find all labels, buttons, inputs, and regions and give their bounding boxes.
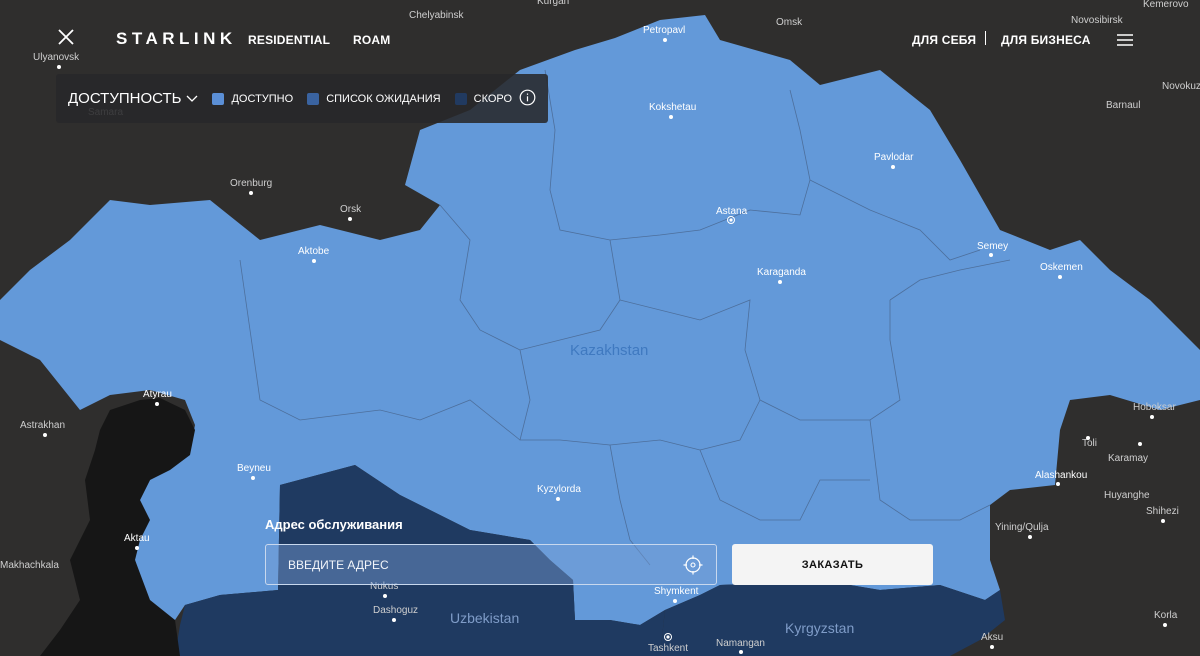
city-astrakhan: Astrakhan bbox=[20, 420, 65, 431]
legend-label-waitlist: СПИСОК ОЖИДАНИЯ bbox=[326, 92, 441, 105]
service-address-label: Адрес обслуживания bbox=[265, 517, 403, 532]
legend-title-label: ДОСТУПНОСТЬ bbox=[68, 90, 182, 107]
city-oskemen: Oskemen bbox=[1040, 262, 1083, 273]
city-astana: Astana bbox=[716, 206, 748, 217]
info-icon[interactable] bbox=[519, 89, 536, 106]
city-karaganda: Karaganda bbox=[757, 267, 806, 278]
city-aksu: Aksu bbox=[981, 632, 1003, 643]
availability-legend: ДОСТУПНОСТЬ ДОСТУПНО СПИСОК ОЖИДАНИЯ СКО… bbox=[56, 74, 548, 123]
close-icon[interactable] bbox=[55, 26, 77, 48]
city-atyrau: Atyrau bbox=[143, 389, 172, 400]
city-dashoguz: Dashoguz bbox=[373, 605, 418, 616]
city-aktau: Aktau bbox=[124, 533, 150, 544]
city-korla: Korla bbox=[1154, 610, 1178, 621]
hamburger-menu-icon[interactable] bbox=[1116, 33, 1134, 47]
legend-item-waitlist: СПИСОК ОЖИДАНИЯ bbox=[307, 92, 441, 105]
chevron-down-icon bbox=[187, 95, 198, 102]
city-hoboksar: Hoboksar bbox=[1133, 402, 1176, 413]
order-button[interactable]: ЗАКАЗАТЬ bbox=[732, 544, 933, 585]
top-navigation-bar: STARLINK RESIDENTIAL ROAM ДЛЯ СЕБЯ ДЛЯ Б… bbox=[0, 0, 1200, 78]
nav-for-business[interactable]: ДЛЯ БИЗНЕСА bbox=[1001, 33, 1091, 47]
city-aktobe: Aktobe bbox=[298, 246, 330, 257]
swatch-soon bbox=[454, 92, 467, 105]
city-makhachkala: Makhachkala bbox=[0, 560, 59, 571]
city-pavlodar: Pavlodar bbox=[874, 152, 914, 163]
nav-for-self[interactable]: ДЛЯ СЕБЯ bbox=[912, 33, 976, 47]
city-beyneu: Beyneu bbox=[237, 463, 271, 474]
city-shymkent: Shymkent bbox=[654, 586, 699, 597]
country-label-kyrgyzstan: Kyrgyzstan bbox=[785, 620, 854, 636]
country-label-kazakhstan: Kazakhstan bbox=[570, 342, 648, 359]
starlink-logo[interactable]: STARLINK bbox=[116, 29, 237, 49]
availability-dropdown[interactable]: ДОСТУПНОСТЬ bbox=[68, 90, 198, 107]
city-novokuz: Novokuz bbox=[1162, 81, 1200, 92]
city-tashkent: Tashkent bbox=[648, 643, 688, 654]
city-kokshetau: Kokshetau bbox=[649, 102, 696, 113]
city-barnaul: Barnaul bbox=[1106, 100, 1140, 111]
address-input[interactable] bbox=[266, 545, 676, 584]
nav-residential[interactable]: RESIDENTIAL bbox=[248, 33, 330, 47]
city-huyanghe: Huyanghe bbox=[1104, 490, 1150, 501]
city-kyzylorda: Kyzylorda bbox=[537, 484, 581, 495]
legend-item-available: ДОСТУПНО bbox=[212, 92, 294, 105]
legend-item-soon: СКОРО bbox=[454, 92, 513, 105]
kyrgyzstan-region[interactable] bbox=[660, 580, 1005, 656]
legend-label-available: ДОСТУПНО bbox=[231, 92, 294, 105]
nav-roam[interactable]: ROAM bbox=[353, 33, 390, 47]
crosshair-locate-icon[interactable] bbox=[683, 555, 703, 575]
swatch-available bbox=[212, 92, 225, 105]
swatch-waitlist bbox=[307, 92, 320, 105]
city-orenburg: Orenburg bbox=[230, 178, 272, 189]
city-toli: Toli bbox=[1082, 438, 1097, 449]
city-shihezi: Shihezi bbox=[1146, 506, 1179, 517]
legend-label-soon: СКОРО bbox=[473, 92, 513, 105]
city-alashankou: Alashankou bbox=[1035, 470, 1087, 481]
nav-divider bbox=[985, 31, 986, 45]
address-field bbox=[265, 544, 717, 585]
country-label-uzbekistan: Uzbekistan bbox=[450, 610, 519, 626]
city-orsk: Orsk bbox=[340, 204, 362, 215]
city-karamay: Karamay bbox=[1108, 453, 1148, 464]
city-yining: Yining/Qulja bbox=[995, 522, 1049, 533]
city-semey: Semey bbox=[977, 241, 1008, 252]
city-namangan: Namangan bbox=[716, 638, 765, 649]
